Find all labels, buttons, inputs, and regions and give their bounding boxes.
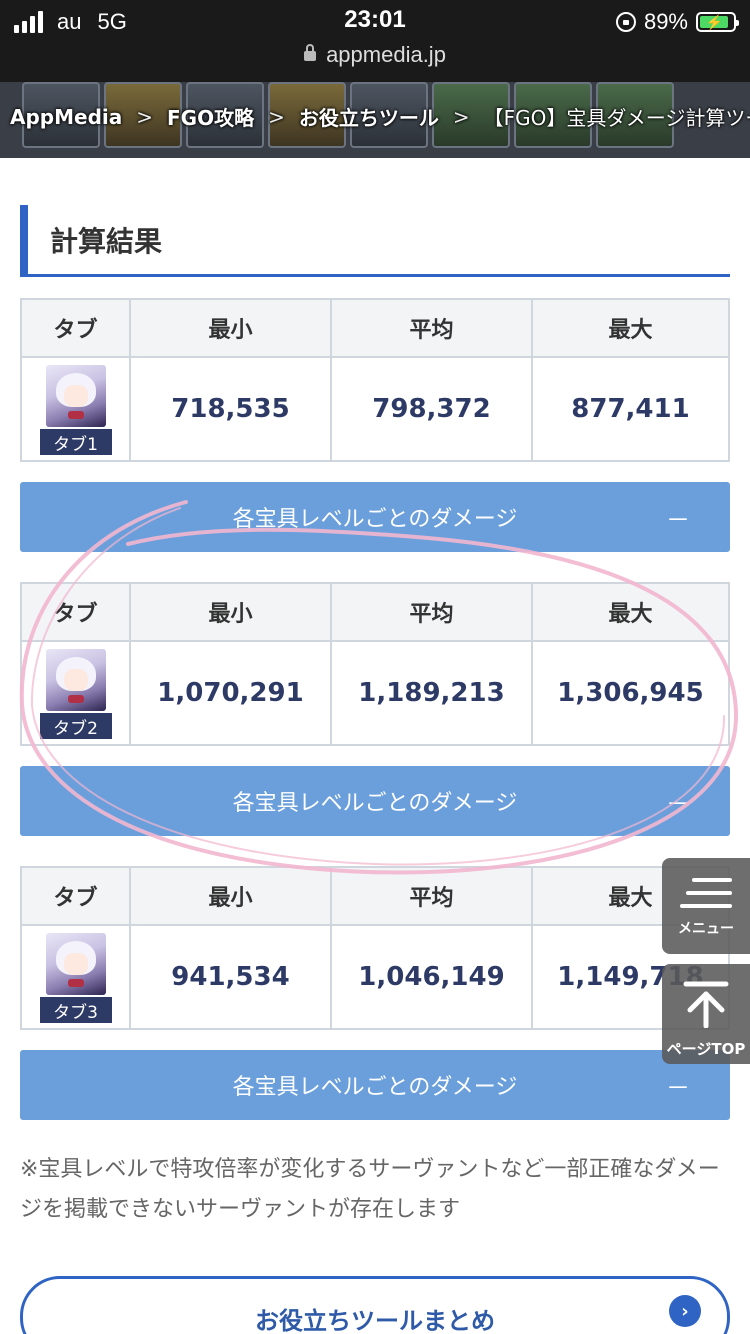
menu-icon [680,878,732,917]
chevron-right-icon: › [669,1295,701,1327]
toggle-label: 各宝具レベルごとのダメージ [232,1075,518,1100]
battery-percent: 89% [643,9,688,34]
breadcrumb-current: 【FGO】宝具ダメージ計算ツール [483,106,750,130]
header-min: 最小 [129,584,330,640]
result-table-1: タブ 最小 平均 最大 タブ1 718,535 798,372 877,411 [20,298,730,462]
table-row: タブ2 1,070,291 1,189,213 1,306,945 [22,640,728,744]
arrow-up-icon [683,981,729,1028]
url-text: appmedia.jp [326,42,446,67]
table-row: タブ3 941,534 1,046,149 1,149,718 [22,924,728,1028]
damage-per-level-toggle[interactable]: 各宝具レベルごとのダメージ － [20,482,730,552]
chevron-right-icon: > [452,104,470,129]
breadcrumb-link-fgo[interactable]: FGO攻略 [167,102,254,131]
min-value: 941,534 [129,926,330,1028]
servant-avatar: タブ1 [39,363,112,455]
header-tab: タブ [53,602,98,627]
breadcrumb-link-home[interactable]: AppMedia [10,105,122,129]
result-table-2: タブ 最小 平均 最大 タブ2 1,070,291 1,189,213 1,30… [20,582,730,746]
breadcrumb: AppMedia > FGO攻略 > お役立ちツール > 【FGO】宝具ダメージ… [0,82,750,158]
damage-per-level-toggle[interactable]: 各宝具レベルごとのダメージ － [20,766,730,836]
header-avg: 平均 [330,300,531,356]
header-tab: タブ [53,886,98,911]
servant-avatar: タブ3 [39,931,112,1023]
menu-button[interactable]: メニュー [662,858,750,954]
rotation-lock-icon [615,12,636,32]
max-value: 1,306,945 [531,642,728,744]
toggle-label: 各宝具レベルごとのダメージ [232,791,518,816]
min-value: 1,070,291 [129,642,330,744]
battery-icon: ⚡ [696,12,739,32]
page-title: 計算結果 [20,205,730,277]
disclaimer-note: ※宝具レベルで特攻倍率が変化するサーヴァントなど一部正確なダメージを掲載できない… [20,1157,720,1222]
tab-tag: タブ1 [39,429,112,455]
tools-summary-label: お役立ちツールまとめ [255,1307,495,1334]
damage-per-level-toggle[interactable]: 各宝具レベルごとのダメージ － [20,1050,730,1120]
header-max: 最大 [531,584,728,640]
menu-label: メニュー [678,921,734,937]
page-top-label: ページTOP [666,1040,746,1058]
header-avg: 平均 [330,584,531,640]
lock-icon [304,44,317,62]
avg-value: 1,189,213 [330,642,531,744]
collapse-icon: － [666,1074,690,1102]
collapse-icon: － [666,790,690,818]
table-row: タブ1 718,535 798,372 877,411 [22,356,728,460]
min-value: 718,535 [129,358,330,460]
header-min: 最小 [129,300,330,356]
header-tab: タブ [53,318,98,343]
avg-value: 798,372 [330,358,531,460]
address-bar[interactable]: appmedia.jp [0,42,750,68]
toggle-label: 各宝具レベルごとのダメージ [232,507,518,532]
chevron-right-icon: > [268,104,285,129]
avg-value: 1,046,149 [330,926,531,1028]
header-max: 最大 [531,300,728,356]
servant-avatar: タブ2 [39,647,112,739]
tab-tag: タブ3 [39,997,112,1023]
status-bar: au 5G 23:01 89% ⚡ appmedia.jp [0,0,750,82]
breadcrumb-link-tools[interactable]: お役立ちツール [299,102,439,131]
tab-tag: タブ2 [39,713,112,739]
chevron-right-icon: > [136,104,154,129]
header-min: 最小 [129,868,330,924]
page-top-button[interactable]: ページTOP [662,964,750,1064]
collapse-icon: － [666,506,690,534]
header-avg: 平均 [330,868,531,924]
tools-summary-button[interactable]: お役立ちツールまとめ › [20,1276,730,1334]
result-table-3: タブ 最小 平均 最大 タブ3 941,534 1,046,149 1,149,… [20,866,730,1030]
max-value: 877,411 [531,358,728,460]
